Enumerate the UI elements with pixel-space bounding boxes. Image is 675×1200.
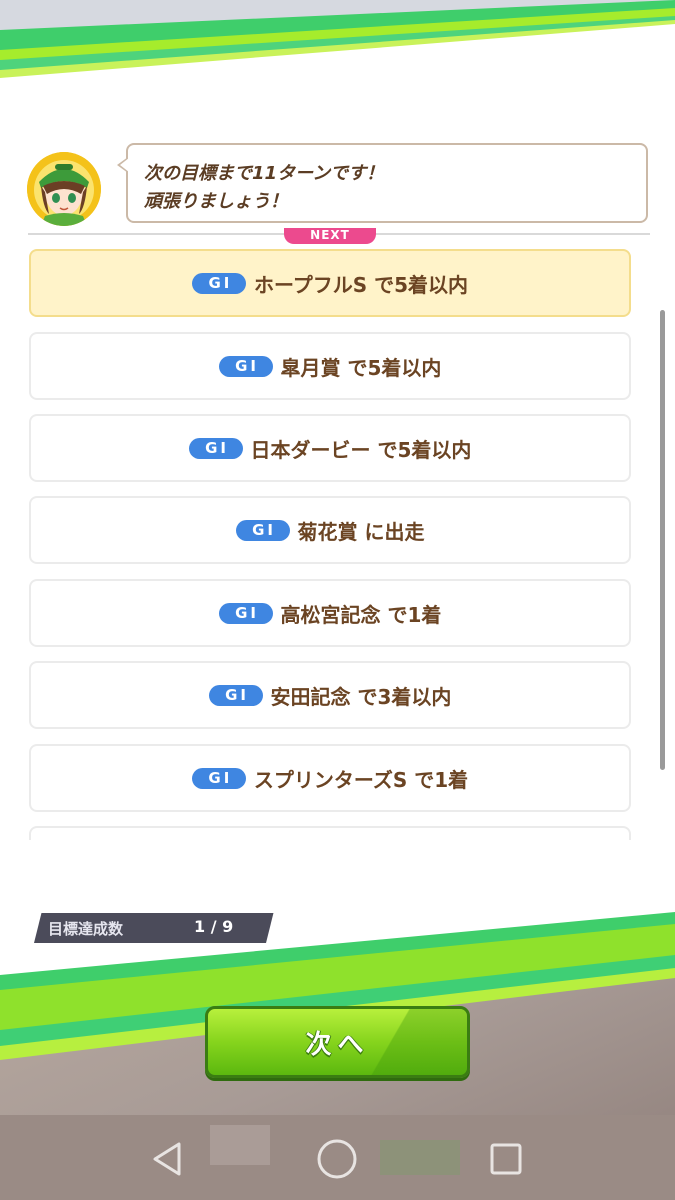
recents-square-icon[interactable] [482,1135,530,1183]
list-scrollbar[interactable] [660,310,665,770]
speech-bubble: 次の目標まで11ターンです！ 頑張りましょう！ [117,143,648,223]
speech-line-1: 次の目標まで11ターンです！ [144,163,385,184]
speech-line-2: 頑張りましょう！ [144,191,288,212]
progress-value: 1 / 9 [194,917,234,936]
grade-badge: GI [191,767,246,789]
back-triangle-icon[interactable] [143,1135,191,1183]
next-button-label: 次へ [305,1029,370,1060]
goal-row[interactable]: GI ホープフルS で5着以内 [29,249,631,317]
top-decorative-band [0,0,675,90]
goal-text: 菊花賞 に出走 [297,519,425,544]
android-nav-bar [0,1115,675,1200]
goal-text: ホープフルS で5着以内 [253,272,469,297]
character-avatar [27,152,101,226]
goal-text: 皐月賞 で5着以内 [280,355,442,380]
progress-label: 目標達成数 [48,920,124,938]
grade-badge: GI [218,355,273,377]
goal-list[interactable]: GI ホープフルS で5着以内 GI 皐月賞 で5着以内 GI 日本ダービー で… [0,246,675,840]
grade-badge: GI [191,272,246,294]
grade-badge: GI [208,684,263,706]
goal-text: 高松宮記念 で1着 [280,602,442,627]
grade-badge: GI [235,519,290,541]
button-shine [357,1009,467,1075]
goal-row[interactable]: GI 皐月賞 で5着以内 [29,332,631,400]
goal-row-partial[interactable] [29,826,631,840]
goal-text: 日本ダービー で5着以内 [250,437,472,462]
next-tag: NEXT [284,228,376,244]
goal-text: スプリンターズS で1着 [253,767,469,792]
goal-row[interactable]: GI 高松宮記念 で1着 [29,579,631,647]
goal-text: 安田記念 で3着以内 [270,684,452,709]
goal-row[interactable]: GI 菊花賞 に出走 [29,496,631,564]
home-circle-icon[interactable] [313,1135,361,1183]
goal-row[interactable]: GI 安田記念 で3着以内 [29,661,631,729]
next-button[interactable]: 次へ [205,1006,470,1078]
next-tag-label: NEXT [310,228,350,242]
goal-row[interactable]: GI スプリンターズS で1着 [29,744,631,812]
goal-row[interactable]: GI 日本ダービー で5着以内 [29,414,631,482]
grade-badge: GI [188,437,243,459]
grade-badge: GI [218,602,273,624]
